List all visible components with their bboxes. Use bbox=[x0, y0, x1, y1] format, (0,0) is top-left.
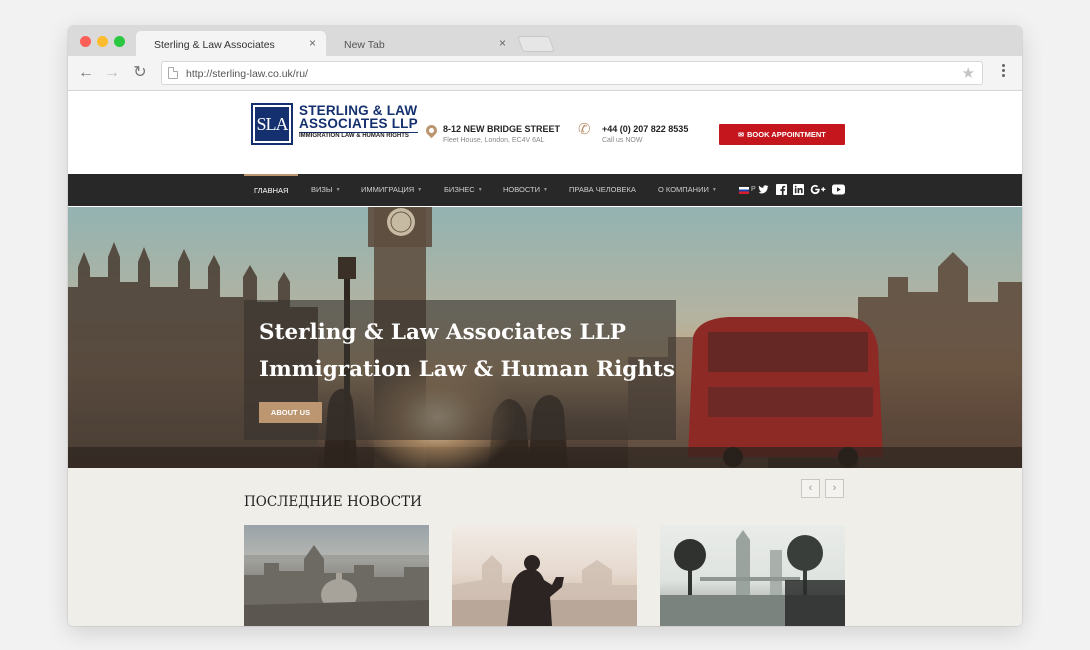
section-heading: ПОСЛЕДНИЕ НОВОСТИ bbox=[244, 494, 422, 510]
photographer-by-thames-photo bbox=[452, 555, 637, 626]
new-tab-button[interactable] bbox=[517, 36, 555, 52]
browser-toolbar: ← → ↻ http://sterling-law.co.uk/ru/ ★ bbox=[68, 56, 1022, 91]
envelope-icon: ✉ bbox=[738, 132, 744, 139]
news-card[interactable] bbox=[244, 525, 429, 626]
nav-item-news[interactable]: НОВОСТИ ▼ bbox=[503, 174, 548, 206]
nav-item-home[interactable]: ГЛАВНАЯ bbox=[244, 174, 299, 206]
browser-tab-active[interactable]: Sterling & Law Associates × bbox=[136, 31, 326, 56]
language-selector[interactable]: Р bbox=[751, 174, 756, 206]
nav-item-label: НОВОСТИ bbox=[503, 185, 540, 194]
facebook-icon[interactable] bbox=[776, 184, 787, 195]
hero-title-line1: Sterling & Law Associates LLP bbox=[259, 320, 626, 345]
address-bar[interactable]: http://sterling-law.co.uk/ru/ ★ bbox=[161, 61, 983, 85]
twitter-icon[interactable] bbox=[758, 184, 769, 195]
nav-item-label: ИММИГРАЦИЯ bbox=[361, 185, 415, 194]
phone-number[interactable]: +44 (0) 207 822 8535 bbox=[602, 124, 688, 134]
bookmark-star-icon[interactable]: ★ bbox=[962, 64, 975, 82]
nav-item-about[interactable]: О КОМПАНИИ ▼ bbox=[658, 174, 717, 206]
logo-name-line2[interactable]: ASSOCIATES LLP bbox=[299, 116, 418, 133]
phone-subtitle: Call us NOW bbox=[602, 137, 643, 144]
russian-flag-icon[interactable] bbox=[739, 187, 749, 194]
latest-news-section: ПОСЛЕДНИЕ НОВОСТИ ‹ › bbox=[68, 468, 1022, 626]
close-window-button[interactable] bbox=[80, 36, 91, 47]
nav-item-immigration[interactable]: ИММИГРАЦИЯ ▼ bbox=[361, 174, 422, 206]
forward-arrow-icon[interactable]: → bbox=[102, 63, 122, 83]
hero-caption-box: Sterling & Law Associates LLP Immigratio… bbox=[244, 300, 676, 440]
hero-title-line2: Immigration Law & Human Rights bbox=[259, 357, 675, 382]
logo-mark[interactable]: SLA bbox=[251, 103, 293, 145]
tab-title: New Tab bbox=[344, 39, 385, 51]
tab-title: Sterling & Law Associates bbox=[154, 39, 275, 51]
nav-item-label: БИЗНЕС bbox=[444, 185, 475, 194]
chevron-down-icon: ▼ bbox=[417, 187, 423, 194]
book-appointment-label: BOOK APPOINTMENT bbox=[746, 130, 826, 139]
hero-banner: Sterling & Law Associates LLP Immigratio… bbox=[68, 207, 1022, 468]
browser-menu-icon[interactable] bbox=[1000, 62, 1006, 82]
maximize-window-button[interactable] bbox=[114, 36, 125, 47]
url-text[interactable]: http://sterling-law.co.uk/ru/ bbox=[186, 68, 308, 80]
chevron-down-icon: ▼ bbox=[542, 187, 548, 194]
main-navigation: ГЛАВНАЯ ВИЗЫ ▼ ИММИГРАЦИЯ ▼ БИЗНЕС ▼ НОВОСТ… bbox=[68, 174, 1022, 206]
news-card[interactable] bbox=[660, 525, 845, 626]
book-appointment-button[interactable]: ✉ BOOK APPOINTMENT bbox=[719, 124, 845, 145]
reload-icon[interactable]: ↻ bbox=[130, 63, 150, 83]
address-subtitle: Fleet House, London, EC4V 6AL bbox=[443, 137, 545, 144]
london-city-skyline-photo bbox=[244, 545, 429, 626]
google-plus-icon[interactable] bbox=[810, 184, 826, 195]
close-tab-icon[interactable]: × bbox=[499, 37, 506, 49]
minimize-window-button[interactable] bbox=[97, 36, 108, 47]
hero-title: Sterling & Law Associates LLP Immigratio… bbox=[259, 314, 675, 388]
tab-strip: Sterling & Law Associates × New Tab × bbox=[68, 26, 1022, 56]
map-pin-icon bbox=[423, 122, 440, 139]
tower-bridge-photo bbox=[660, 530, 845, 626]
browser-tab-new[interactable]: New Tab × bbox=[326, 31, 516, 56]
nav-item-human-rights[interactable]: ПРАВА ЧЕЛОВЕКА bbox=[569, 174, 636, 206]
nav-item-business[interactable]: БИЗНЕС ▼ bbox=[444, 174, 483, 206]
about-us-button[interactable]: ABOUT US bbox=[259, 402, 322, 423]
nav-item-label: О КОМПАНИИ bbox=[658, 185, 709, 194]
close-tab-icon[interactable]: × bbox=[309, 37, 316, 49]
chevron-down-icon: ▼ bbox=[711, 187, 717, 194]
chevron-down-icon: ▼ bbox=[477, 187, 483, 194]
news-card[interactable] bbox=[452, 525, 637, 626]
site-header: SLA STERLING & LAW ASSOCIATES LLP IMMIGR… bbox=[68, 92, 1022, 174]
address-title: 8-12 NEW BRIDGE STREET bbox=[443, 124, 561, 134]
chevron-down-icon: ▼ bbox=[335, 187, 341, 194]
nav-item-label: ВИЗЫ bbox=[311, 185, 333, 194]
carousel-prev-button[interactable]: ‹ bbox=[801, 479, 820, 498]
linkedin-icon[interactable] bbox=[793, 184, 804, 195]
nav-item-visas[interactable]: ВИЗЫ ▼ bbox=[311, 174, 341, 206]
phone-icon: ✆ bbox=[578, 121, 591, 138]
back-arrow-icon[interactable]: ← bbox=[76, 63, 96, 83]
browser-window: Sterling & Law Associates × New Tab × ← … bbox=[68, 26, 1022, 626]
page-icon bbox=[168, 67, 178, 79]
logo-tagline: IMMIGRATION LAW & HUMAN RIGHTS bbox=[299, 133, 409, 139]
youtube-icon[interactable] bbox=[832, 184, 845, 195]
nav-item-label: ПРАВА ЧЕЛОВЕКА bbox=[569, 185, 636, 194]
carousel-next-button[interactable]: › bbox=[825, 479, 844, 498]
nav-item-label: ГЛАВНАЯ bbox=[254, 186, 289, 195]
